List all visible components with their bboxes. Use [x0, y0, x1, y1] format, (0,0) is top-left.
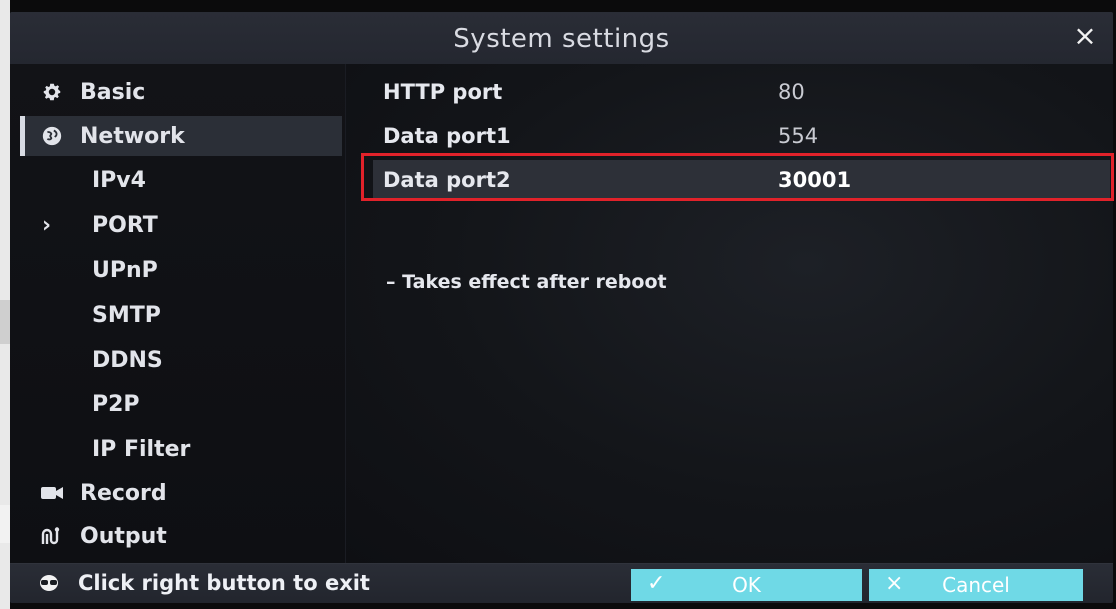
port-settings-panel: HTTP port 80 Data port1 554 Data port2 3… [346, 64, 1113, 563]
sidebar-item-p2p[interactable]: P2P [20, 384, 342, 424]
footer-bar: Click right button to exit ✓ OK × Cancel [10, 563, 1113, 603]
close-icon[interactable]: × [1073, 22, 1097, 50]
gear-icon [38, 78, 66, 106]
http-port-row: HTTP port 80 [373, 72, 1110, 112]
data-port1-row: Data port1 554 [373, 116, 1110, 156]
titlebar: System settings × [10, 12, 1113, 65]
data-port1-label: Data port1 [383, 124, 511, 148]
sidebar-item-ddns[interactable]: DDNS [20, 340, 342, 380]
exit-hint-text: Click right button to exit [78, 571, 370, 595]
sidebar-item-label: IPv4 [92, 167, 146, 193]
sidebar-item-ipv4[interactable]: IPv4 [20, 160, 342, 200]
screenshot-photo: System settings × Basic Network IPv4 › P… [0, 0, 1116, 609]
sidebar-item-label: P2P [92, 391, 140, 417]
sidebar-item-label: Network [80, 123, 185, 149]
globe-icon [38, 122, 66, 150]
sidebar-item-output[interactable]: Output [20, 516, 342, 556]
cancel-button[interactable]: × Cancel [869, 569, 1083, 601]
ok-button[interactable]: ✓ OK [631, 569, 862, 601]
cancel-label: Cancel [942, 573, 1010, 597]
reboot-note: – Takes effect after reboot [386, 271, 667, 293]
window-title: System settings [453, 24, 670, 54]
sidebar-item-label: UPnP [92, 257, 158, 283]
sidebar-item-record[interactable]: Record [20, 473, 342, 513]
sidebar-item-label: Output [80, 523, 167, 549]
output-icon [38, 522, 66, 550]
settings-sidebar: Basic Network IPv4 › PORT UPnP SMTP DDNS… [10, 64, 346, 563]
sidebar-item-ip-filter[interactable]: IP Filter [20, 429, 342, 469]
camera-icon [38, 479, 66, 507]
sidebar-item-label: DDNS [92, 347, 163, 373]
sidebar-item-basic[interactable]: Basic [20, 72, 342, 112]
data-port2-row: Data port2 30001 [373, 160, 1110, 200]
sidebar-item-upnp[interactable]: UPnP [20, 250, 342, 290]
data-port2-label: Data port2 [383, 168, 511, 192]
http-port-value[interactable]: 80 [778, 80, 805, 104]
chevron-right-icon: › [42, 212, 52, 238]
photo-edge-block [0, 505, 10, 543]
system-settings-window: System settings × Basic Network IPv4 › P… [10, 12, 1113, 603]
sidebar-item-label: Record [80, 480, 167, 506]
sidebar-item-network[interactable]: Network [20, 116, 342, 156]
sidebar-item-label: Basic [80, 79, 146, 105]
data-port1-value[interactable]: 554 [778, 124, 818, 148]
ok-label: OK [732, 573, 761, 597]
exit-hint: Click right button to exit [38, 571, 370, 595]
sidebar-item-label: SMTP [92, 302, 161, 328]
sidebar-item-label: IP Filter [92, 436, 191, 462]
sidebar-item-port[interactable]: › PORT [20, 205, 342, 245]
http-port-label: HTTP port [383, 80, 503, 104]
mouse-icon [38, 572, 60, 594]
sidebar-item-smtp[interactable]: SMTP [20, 295, 342, 335]
data-port2-value[interactable]: 30001 [778, 168, 851, 192]
sidebar-item-label: PORT [92, 212, 158, 238]
